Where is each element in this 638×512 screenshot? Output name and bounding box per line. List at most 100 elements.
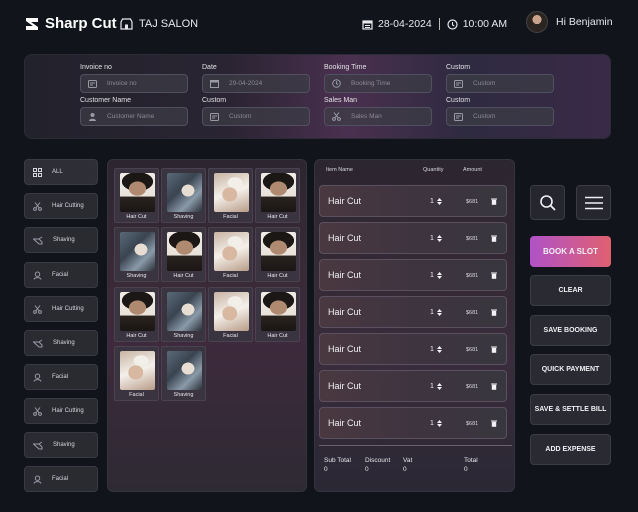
form-input[interactable]: Sales Man bbox=[324, 107, 432, 126]
service-tile[interactable]: Shaving bbox=[114, 227, 159, 282]
category-item[interactable]: Facial bbox=[24, 262, 98, 288]
service-label: Hair Cut bbox=[126, 333, 147, 339]
clear-button[interactable]: CLEAR bbox=[530, 275, 611, 306]
category-item[interactable]: Hair Cutting bbox=[24, 193, 98, 219]
form-input[interactable]: Invoice no bbox=[80, 74, 188, 93]
menu-button[interactable] bbox=[576, 185, 611, 220]
salon-selector[interactable]: TAJ SALON bbox=[120, 18, 198, 30]
current-time: 10:00 AM bbox=[462, 18, 508, 30]
item-amount: $681 bbox=[466, 236, 479, 242]
delete-icon[interactable] bbox=[491, 420, 497, 427]
total-label: Sub Total bbox=[324, 457, 351, 464]
quantity-stepper[interactable]: 1 bbox=[430, 420, 442, 427]
clock-icon bbox=[332, 79, 341, 88]
form-field: Custom Custom bbox=[202, 97, 310, 126]
id-card-icon bbox=[210, 112, 219, 121]
scissors-icon bbox=[33, 406, 42, 416]
service-image bbox=[167, 173, 202, 212]
service-tile[interactable]: Hair Cut bbox=[161, 227, 206, 282]
service-tile[interactable]: Hair Cut bbox=[255, 168, 300, 223]
category-item[interactable]: Shaving bbox=[24, 330, 98, 356]
item-name: Hair Cut bbox=[328, 307, 362, 317]
save-settle-bill-button[interactable]: SAVE & SETTLE BILL bbox=[530, 394, 611, 425]
input-placeholder: Custom bbox=[473, 113, 496, 120]
order-line-item[interactable]: Hair Cut 1 $681 bbox=[319, 296, 507, 328]
user-menu[interactable]: Hi Benjamin bbox=[526, 11, 613, 33]
service-tile[interactable]: Hair Cut bbox=[255, 227, 300, 282]
form-input[interactable]: Custom bbox=[446, 74, 554, 93]
service-tile[interactable]: Hair Cut bbox=[114, 287, 159, 342]
scissors-icon bbox=[332, 112, 341, 121]
face-user-icon bbox=[33, 373, 42, 382]
order-line-item[interactable]: Hair Cut 1 $681 bbox=[319, 407, 507, 439]
total-label: Total bbox=[464, 457, 478, 464]
save-booking-button[interactable]: SAVE BOOKING bbox=[530, 315, 611, 346]
order-line-item[interactable]: Hair Cut 1 $681 bbox=[319, 185, 507, 217]
total-cell: Sub Total 0 bbox=[324, 456, 351, 474]
quantity-stepper[interactable]: 1 bbox=[430, 309, 442, 316]
category-item[interactable]: Shaving bbox=[24, 432, 98, 458]
service-tile[interactable]: Facial bbox=[208, 287, 253, 342]
service-tile[interactable]: Facial bbox=[208, 227, 253, 282]
delete-icon[interactable] bbox=[491, 309, 497, 316]
calendar-icon bbox=[210, 79, 219, 88]
book-slot-button[interactable]: BOOK A SLOT bbox=[530, 236, 611, 267]
delete-icon[interactable] bbox=[491, 272, 497, 279]
order-line-item[interactable]: Hair Cut 1 $681 bbox=[319, 333, 507, 365]
total-label: Vat bbox=[403, 457, 413, 464]
app-header: Sharp Cut TAJ SALON 28-04-2024 10:00 AM … bbox=[0, 0, 638, 50]
add-expense-button[interactable]: ADD EXPENSE bbox=[530, 434, 611, 465]
service-tile[interactable]: Facial bbox=[114, 346, 159, 401]
id-card-icon bbox=[454, 112, 463, 121]
order-line-item[interactable]: Hair Cut 1 $681 bbox=[319, 259, 507, 291]
quantity-stepper[interactable]: 1 bbox=[430, 198, 442, 205]
item-amount: $681 bbox=[466, 421, 479, 427]
service-image bbox=[261, 173, 296, 212]
service-tile[interactable]: Shaving bbox=[161, 168, 206, 223]
scissors-icon bbox=[33, 201, 42, 211]
form-input[interactable]: 29-04-2024 bbox=[202, 74, 310, 93]
brand-logo[interactable]: Sharp Cut bbox=[24, 15, 117, 32]
service-tile[interactable]: Shaving bbox=[161, 287, 206, 342]
quantity-stepper[interactable]: 1 bbox=[430, 235, 442, 242]
sort-arrows-icon bbox=[436, 346, 442, 353]
category-label: Facial bbox=[52, 476, 69, 482]
delete-icon[interactable] bbox=[491, 198, 497, 205]
quick-payment-button[interactable]: QUICK PAYMENT bbox=[530, 354, 611, 385]
service-label: Hair Cut bbox=[126, 214, 147, 220]
service-image bbox=[120, 351, 155, 390]
quantity-stepper[interactable]: 1 bbox=[430, 272, 442, 279]
category-item[interactable]: Shaving bbox=[24, 227, 98, 253]
category-item[interactable]: Facial bbox=[24, 466, 98, 492]
quantity-stepper[interactable]: 1 bbox=[430, 383, 442, 390]
order-line-item[interactable]: Hair Cut 1 $681 bbox=[319, 222, 507, 254]
form-input[interactable]: Custom bbox=[446, 107, 554, 126]
service-tile[interactable]: Hair Cut bbox=[255, 287, 300, 342]
service-tile[interactable]: Hair Cut bbox=[114, 168, 159, 223]
service-image bbox=[120, 173, 155, 212]
quantity-stepper[interactable]: 1 bbox=[430, 346, 442, 353]
delete-icon[interactable] bbox=[491, 235, 497, 242]
form-input[interactable]: Booking Time bbox=[324, 74, 432, 93]
category-item[interactable]: Hair Cutting bbox=[24, 296, 98, 322]
store-icon bbox=[120, 18, 133, 30]
delete-icon[interactable] bbox=[491, 383, 497, 390]
search-button[interactable] bbox=[530, 185, 565, 220]
category-item[interactable]: ALL bbox=[24, 159, 98, 185]
brand-name: Sharp Cut bbox=[45, 15, 117, 32]
face-user-icon bbox=[33, 475, 42, 484]
service-tile[interactable]: Facial bbox=[208, 168, 253, 223]
form-input[interactable]: Customer Name bbox=[80, 107, 188, 126]
user-icon bbox=[88, 112, 97, 121]
form-input[interactable]: Custom bbox=[202, 107, 310, 126]
category-item[interactable]: Hair Cutting bbox=[24, 398, 98, 424]
order-line-item[interactable]: Hair Cut 1 $681 bbox=[319, 370, 507, 402]
category-item[interactable]: Facial bbox=[24, 364, 98, 390]
column-amount: Amount bbox=[463, 167, 482, 173]
totals-divider bbox=[319, 445, 512, 446]
delete-icon[interactable] bbox=[491, 346, 497, 353]
item-amount: $681 bbox=[466, 347, 479, 353]
category-label: Shaving bbox=[53, 237, 75, 243]
field-label: Custom bbox=[446, 97, 471, 104]
service-tile[interactable]: Shaving bbox=[161, 346, 206, 401]
